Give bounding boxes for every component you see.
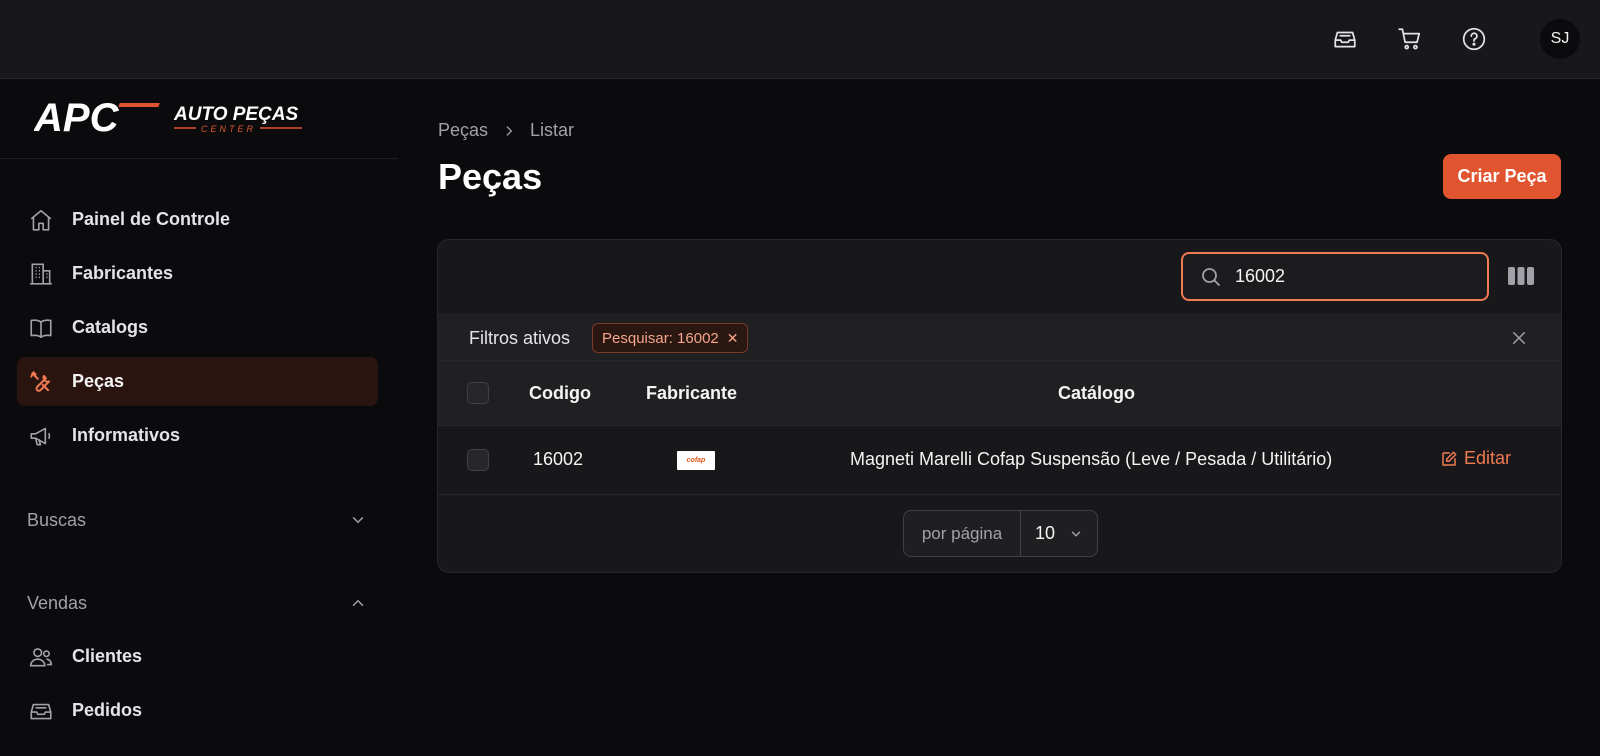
row-checkbox[interactable] — [467, 449, 489, 471]
chevron-down-icon — [352, 517, 364, 524]
clear-filters-icon[interactable] — [1510, 329, 1528, 347]
sidebar-item-pecas[interactable]: Peças — [17, 357, 378, 406]
search-icon — [1202, 267, 1220, 286]
table-row: 16002 cofap Magneti Marelli Cofap Suspen… — [438, 426, 1561, 495]
logo-sub: CENTER — [201, 124, 256, 134]
columns-toggle-icon[interactable] — [1508, 265, 1534, 287]
chevron-right-icon — [502, 124, 516, 138]
per-page-selector: por página 10 — [903, 510, 1098, 557]
search-input[interactable] — [1235, 266, 1475, 287]
column-header-catalogo[interactable]: Catálogo — [1058, 383, 1135, 404]
top-bar: SJ — [0, 0, 1600, 79]
building-icon — [27, 260, 55, 288]
cell-catalogo: Magneti Marelli Cofap Suspensão (Leve / … — [850, 449, 1333, 469]
group-label: Vendas — [27, 592, 88, 613]
manufacturer-logo-text: cofap — [686, 457, 706, 464]
group-vendas[interactable]: Vendas — [27, 588, 367, 618]
sidebar-item-label: Painel de Controle — [72, 209, 231, 229]
remove-filter-icon[interactable]: ✕ — [727, 330, 739, 347]
active-filters-bar: Filtros ativos Pesquisar: 16002 ✕ — [438, 314, 1561, 361]
sidebar-item-catalogs[interactable]: Catalogs — [17, 303, 378, 352]
book-icon — [27, 314, 55, 342]
sidebar-item-label: Peças — [72, 371, 125, 391]
edit-icon — [1442, 451, 1457, 466]
page-title: Peças — [438, 156, 543, 197]
cell-codigo: 16002 — [533, 449, 584, 469]
per-page-select[interactable]: 10 — [1021, 511, 1097, 556]
create-peca-button[interactable]: Criar Peça — [1443, 154, 1561, 199]
edit-button[interactable]: Editar — [1440, 448, 1511, 469]
inbox-icon[interactable] — [1326, 20, 1364, 58]
sidebar-item-label: Fabricantes — [72, 263, 174, 283]
brand-logo-area: APC AUTO PEÇAS CENTER — [0, 79, 398, 159]
user-avatar[interactable]: SJ — [1540, 19, 1580, 59]
sidebar-item-painel[interactable]: Painel de Controle — [17, 195, 378, 244]
megaphone-icon — [27, 422, 55, 450]
chevron-up-icon — [352, 599, 364, 606]
cart-icon[interactable] — [1391, 20, 1429, 58]
per-page-label: por página — [904, 511, 1021, 556]
column-header-codigo[interactable]: Codigo — [529, 383, 591, 404]
users-icon — [27, 643, 55, 671]
breadcrumb-item-listar: Listar — [530, 120, 575, 140]
group-buscas[interactable]: Buscas — [27, 505, 367, 535]
filter-chip-label: Pesquisar: 16002 — [602, 329, 719, 347]
table-card: Filtros ativos Pesquisar: 16002 ✕ Codigo… — [437, 239, 1562, 573]
sidebar-item-label: Clientes — [72, 646, 143, 666]
per-page-value: 10 — [1034, 523, 1056, 543]
wrench-icon — [27, 368, 55, 396]
chevron-down-icon — [1071, 531, 1081, 537]
sidebar-item-label: Pedidos — [72, 700, 143, 720]
sidebar-item-pedidos[interactable]: Pedidos — [17, 686, 378, 735]
sidebar-item-label: Informativos — [72, 425, 181, 445]
home-icon — [27, 206, 55, 234]
filter-chip: Pesquisar: 16002 ✕ — [592, 323, 749, 353]
breadcrumb: Peças Listar — [438, 120, 574, 141]
inbox-icon — [27, 697, 55, 725]
breadcrumb-item-pecas[interactable]: Peças — [438, 120, 488, 141]
sidebar-item-clientes[interactable]: Clientes — [17, 632, 378, 681]
help-icon[interactable] — [1455, 20, 1493, 58]
brand-logo[interactable]: APC AUTO PEÇAS CENTER — [34, 97, 309, 137]
logo-mark: APC — [34, 97, 120, 137]
group-label: Buscas — [27, 509, 87, 530]
sidebar-item-informativos[interactable]: Informativos — [17, 411, 378, 460]
column-header-fabricante[interactable]: Fabricante — [646, 383, 737, 404]
filters-label: Filtros ativos — [469, 328, 571, 348]
manufacturer-logo: cofap — [677, 451, 715, 470]
search-field[interactable] — [1181, 252, 1489, 301]
sidebar: APC AUTO PEÇAS CENTER Painel de Controle… — [0, 79, 398, 756]
edit-label: Editar — [1464, 448, 1512, 468]
select-all-checkbox[interactable] — [467, 382, 489, 404]
table-header: Codigo Fabricante Catálogo — [438, 361, 1561, 426]
sidebar-item-label: Catalogs — [72, 317, 149, 337]
logo-name: AUTO PEÇAS — [173, 104, 299, 125]
sidebar-item-fabricantes[interactable]: Fabricantes — [17, 249, 378, 298]
